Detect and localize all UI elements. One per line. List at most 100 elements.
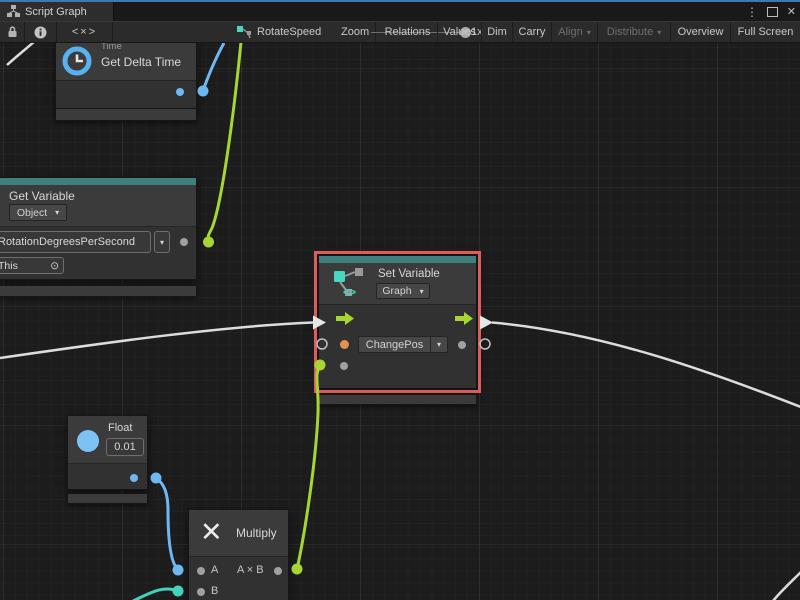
chevron-down-icon: ▾ bbox=[587, 28, 591, 37]
multiply-input-a-port[interactable] bbox=[197, 567, 205, 575]
variable-name-dropdown-button[interactable]: ▾ bbox=[430, 336, 448, 353]
distribute-label: Distribute bbox=[607, 26, 653, 38]
tab-bar: Script Graph ⋮ ✕ bbox=[0, 2, 800, 21]
graph-info-section: RotateSpeed Zoom 1x bbox=[113, 22, 376, 42]
chevron-down-icon: ▾ bbox=[160, 238, 164, 247]
variable-target-field[interactable]: This ⊙ bbox=[0, 257, 64, 274]
wire-into-multiply-b[interactable] bbox=[133, 589, 178, 600]
output-label: A × B bbox=[237, 564, 264, 576]
node-accent-bar bbox=[319, 256, 476, 263]
node-get-delta-time[interactable]: Time Get Delta Time bbox=[55, 43, 197, 111]
script-graph-icon bbox=[7, 5, 20, 18]
scope-label: Object bbox=[17, 207, 47, 219]
multiply-icon: ✕ bbox=[200, 519, 223, 546]
overview-button[interactable]: Overview bbox=[671, 22, 731, 42]
node-set-variable[interactable]: <> Set Variable Graph ▾ ChangePos ▾ bbox=[318, 255, 477, 389]
clock-icon bbox=[61, 45, 93, 77]
align-label: Align bbox=[558, 26, 582, 38]
node-title: Float bbox=[108, 422, 132, 434]
chevron-down-icon: ▾ bbox=[55, 208, 59, 217]
chevron-down-icon: ▾ bbox=[420, 287, 424, 296]
multiply-input-b-port[interactable] bbox=[197, 588, 205, 596]
scope-label: Graph bbox=[382, 285, 411, 297]
window-maximize-button[interactable] bbox=[767, 2, 778, 21]
float-output-port[interactable] bbox=[130, 474, 138, 482]
node-get-variable[interactable]: Get Variable Object ▾ RotationDegreesPer… bbox=[0, 177, 197, 280]
info-icon bbox=[34, 26, 47, 39]
input-b-label: B bbox=[211, 585, 218, 597]
wire-endpoint bbox=[151, 473, 162, 484]
unity-script-graph-window: Script Graph ⋮ ✕ <×> R bbox=[0, 0, 800, 600]
node-footer bbox=[67, 493, 148, 504]
variable-value-output-port[interactable] bbox=[458, 341, 466, 349]
tab-label: Script Graph bbox=[25, 6, 87, 18]
node-footer bbox=[0, 285, 197, 297]
code-view-toggle[interactable]: <×> bbox=[57, 22, 113, 42]
values-button[interactable]: Values bbox=[438, 22, 482, 42]
node-title: Set Variable bbox=[378, 268, 440, 280]
node-footer bbox=[55, 108, 197, 121]
graph-name: RotateSpeed bbox=[257, 26, 321, 38]
window-close-button[interactable]: ✕ bbox=[787, 2, 796, 21]
variable-value-input-port[interactable] bbox=[340, 362, 348, 370]
unconnected-port-indicator-right[interactable] bbox=[480, 339, 490, 349]
target-label: This bbox=[0, 260, 18, 272]
wire-endpoint bbox=[198, 86, 209, 97]
node-accent-bar bbox=[0, 178, 196, 185]
flow-arrowhead-right bbox=[480, 316, 493, 330]
graph-asset-icon bbox=[237, 26, 252, 40]
lock-button[interactable] bbox=[0, 22, 25, 42]
variable-name-field[interactable]: RotationDegreesPerSecond bbox=[0, 231, 151, 253]
variable-name-dropdown-button[interactable]: ▾ bbox=[154, 231, 170, 253]
delta-time-output-port[interactable] bbox=[176, 88, 184, 96]
wire-endpoint bbox=[203, 237, 214, 248]
variable-name-input-port[interactable] bbox=[340, 340, 349, 349]
wire-flow-out-of-set-variable[interactable] bbox=[492, 323, 800, 408]
wire-flow-topleft[interactable] bbox=[7, 43, 35, 65]
wire-flow-bottomright[interactable] bbox=[773, 572, 800, 600]
node-category: Time bbox=[101, 43, 122, 52]
wire-endpoint bbox=[173, 565, 184, 576]
tab-script-graph[interactable]: Script Graph bbox=[0, 2, 114, 21]
maximize-icon bbox=[767, 7, 778, 17]
flow-output-port[interactable] bbox=[455, 312, 473, 325]
node-float[interactable]: Float 0.01 bbox=[67, 415, 148, 490]
wire-float-to-multiply-a[interactable] bbox=[156, 478, 178, 570]
fullscreen-button[interactable]: Full Screen bbox=[731, 22, 800, 42]
relations-button[interactable]: Relations bbox=[378, 22, 438, 42]
variable-value-output-port[interactable] bbox=[180, 238, 188, 246]
chevron-down-icon: ▾ bbox=[437, 340, 441, 349]
chevron-down-icon: ▾ bbox=[657, 28, 661, 37]
float-icon bbox=[76, 429, 100, 453]
variable-scope-dropdown[interactable]: Object ▾ bbox=[9, 204, 67, 221]
graph-toolbar: <×> RotateSpeed Zoom 1x Relations Values… bbox=[0, 21, 800, 43]
code-glyph-icon: <> bbox=[343, 285, 355, 299]
wire-delta-time-output[interactable] bbox=[203, 43, 224, 91]
input-a-label: A bbox=[211, 564, 218, 576]
multiply-output-port[interactable] bbox=[274, 567, 282, 575]
variable-scope-dropdown[interactable]: Graph ▾ bbox=[376, 283, 430, 299]
align-dropdown[interactable]: Align ▾ bbox=[552, 22, 598, 42]
node-title: Get Variable bbox=[9, 189, 75, 203]
wire-multiply-to-set-variable[interactable] bbox=[297, 366, 320, 569]
wire-variable-top[interactable] bbox=[208, 43, 241, 240]
flow-input-port[interactable] bbox=[336, 312, 354, 325]
info-button[interactable] bbox=[25, 22, 57, 42]
distribute-dropdown[interactable]: Distribute ▾ bbox=[598, 22, 671, 42]
wire-endpoint bbox=[292, 564, 303, 575]
variable-name-field[interactable]: ChangePos bbox=[358, 336, 430, 353]
wire-flow-into-set-variable[interactable] bbox=[0, 323, 313, 359]
node-title: Multiply bbox=[236, 526, 277, 540]
wire-endpoint bbox=[173, 586, 184, 597]
object-picker-icon[interactable]: ⊙ bbox=[50, 260, 59, 272]
dim-button[interactable]: Dim bbox=[482, 22, 513, 42]
node-multiply[interactable]: ✕ Multiply A A × B B bbox=[188, 509, 289, 600]
node-title: Get Delta Time bbox=[101, 55, 181, 69]
zoom-label: Zoom bbox=[341, 26, 369, 38]
window-menu-button[interactable]: ⋮ bbox=[746, 2, 758, 21]
lock-icon bbox=[7, 26, 18, 38]
node-footer bbox=[318, 394, 477, 405]
float-value-input[interactable]: 0.01 bbox=[106, 438, 144, 456]
carry-button[interactable]: Carry bbox=[513, 22, 552, 42]
graph-canvas[interactable]: Time Get Delta Time Get Variable Object … bbox=[0, 43, 800, 600]
